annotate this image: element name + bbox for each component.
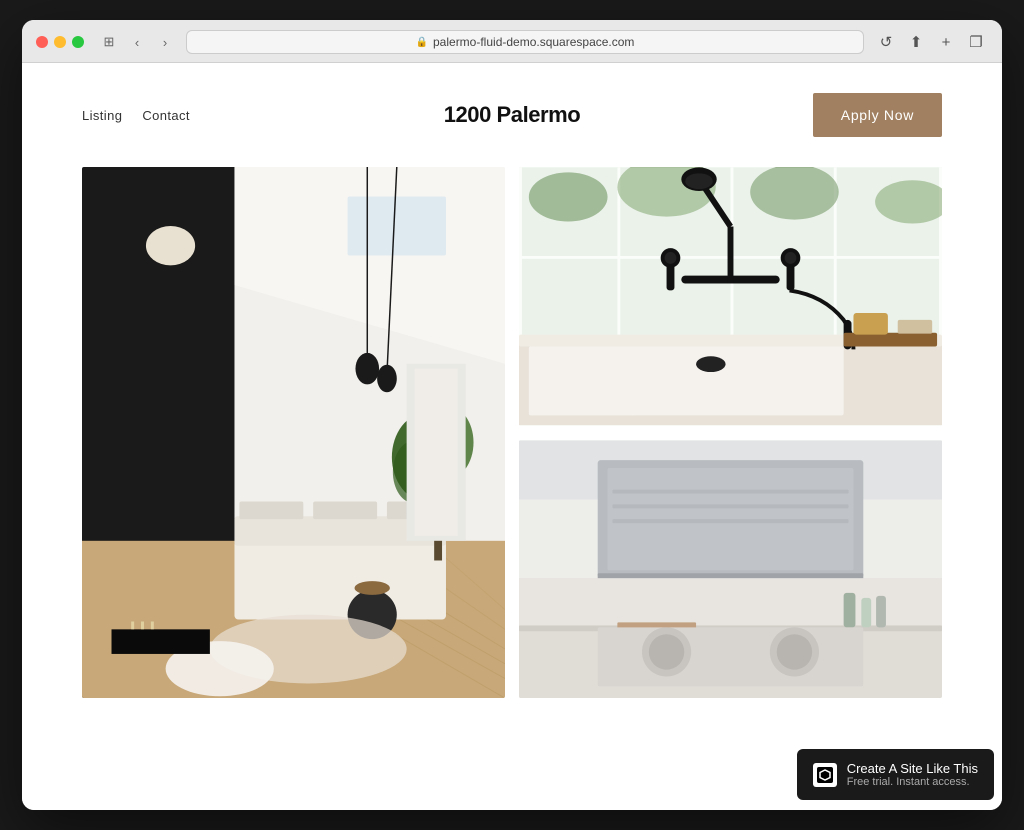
squarespace-main-text: Create A Site Like This xyxy=(847,761,978,776)
squarespace-logo-icon xyxy=(813,763,837,787)
forward-button[interactable]: › xyxy=(154,31,176,53)
url-text: palermo-fluid-demo.squarespace.com xyxy=(433,35,634,49)
close-button[interactable] xyxy=(36,36,48,48)
browser-window: ⊞ ‹ › 🔒 palermo-fluid-demo.squarespace.c… xyxy=(22,20,1002,810)
lock-icon: 🔒 xyxy=(416,37,428,48)
browser-actions: ↺ ⬆ + ❐ xyxy=(874,30,988,54)
browser-controls: ⊞ ‹ › xyxy=(98,31,176,53)
gallery-section xyxy=(22,167,1002,738)
squarespace-banner-text: Create A Site Like This Free trial. Inst… xyxy=(847,761,978,788)
nav-listing[interactable]: Listing xyxy=(82,108,122,123)
gallery-image-bathroom xyxy=(519,167,942,426)
maximize-button[interactable] xyxy=(72,36,84,48)
traffic-lights xyxy=(36,36,84,48)
site-nav: Listing Contact xyxy=(82,108,190,123)
nav-contact[interactable]: Contact xyxy=(142,108,190,123)
minimize-button[interactable] xyxy=(54,36,66,48)
site-title: 1200 Palermo xyxy=(444,102,581,128)
gallery-image-kitchen xyxy=(519,440,942,699)
share-button[interactable]: ⬆ xyxy=(904,30,928,54)
add-tab-button[interactable]: + xyxy=(934,30,958,54)
address-bar[interactable]: 🔒 palermo-fluid-demo.squarespace.com xyxy=(186,30,864,54)
window-view-icon[interactable]: ⊞ xyxy=(98,31,120,53)
squarespace-banner[interactable]: Create A Site Like This Free trial. Inst… xyxy=(797,749,994,800)
duplicate-tab-button[interactable]: ❐ xyxy=(964,30,988,54)
page-content: Listing Contact 1200 Palermo Apply Now xyxy=(22,63,1002,810)
apply-now-button[interactable]: Apply Now xyxy=(813,93,942,137)
site-header: Listing Contact 1200 Palermo Apply Now xyxy=(22,63,1002,167)
gallery-image-living-room xyxy=(82,167,505,698)
refresh-button[interactable]: ↺ xyxy=(874,30,898,54)
browser-chrome: ⊞ ‹ › 🔒 palermo-fluid-demo.squarespace.c… xyxy=(22,20,1002,63)
squarespace-sub-text: Free trial. Instant access. xyxy=(847,776,978,788)
back-button[interactable]: ‹ xyxy=(126,31,148,53)
